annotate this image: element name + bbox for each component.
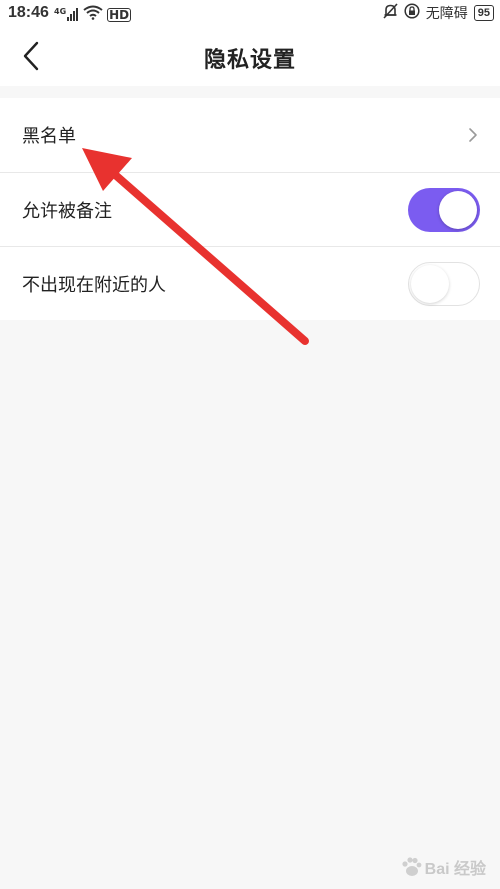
- settings-row-blacklist[interactable]: 黑名单: [0, 98, 500, 172]
- toggle-knob: [411, 264, 449, 303]
- battery-icon: 95: [473, 5, 494, 21]
- settings-row-label: 黑名单: [22, 126, 76, 147]
- settings-row-label: 不出现在附近的人: [22, 274, 166, 296]
- status-left-icons: 4G HD: [54, 5, 132, 24]
- status-right: 无障碍 95: [383, 3, 494, 23]
- paw-icon: [402, 857, 422, 876]
- allow-remark-toggle[interactable]: [408, 188, 480, 232]
- hide-nearby-toggle[interactable]: [408, 262, 480, 306]
- network-icon: 4G: [54, 8, 79, 21]
- page-title: 隐私设置: [203, 48, 296, 73]
- nav-bar: 隐私设置: [0, 26, 500, 86]
- toggle-knob: [439, 191, 477, 229]
- bell-mute-icon: [383, 3, 398, 23]
- watermark-text: Bai 经验: [424, 861, 486, 878]
- watermark: Bai 经验: [400, 855, 486, 879]
- lock-rotation-icon: [404, 3, 420, 23]
- network-type-label: 4G: [54, 7, 67, 16]
- chevron-right-icon: [469, 128, 477, 142]
- settings-row-hide-nearby: 不出现在附近的人: [0, 246, 500, 320]
- wifi-icon: [83, 5, 103, 24]
- status-bar: 18:46 4G HD 无障碍 95: [0, 0, 500, 26]
- settings-row-label: 允许被备注: [22, 200, 112, 222]
- settings-list: 黑名单 允许被备注 不出现在附近的人: [0, 98, 500, 320]
- accessibility-label: 无障碍: [425, 6, 468, 22]
- hd-icon: HD: [107, 7, 132, 22]
- settings-row-allow-remark: 允许被备注: [0, 172, 500, 246]
- status-time: 18:46: [8, 4, 49, 21]
